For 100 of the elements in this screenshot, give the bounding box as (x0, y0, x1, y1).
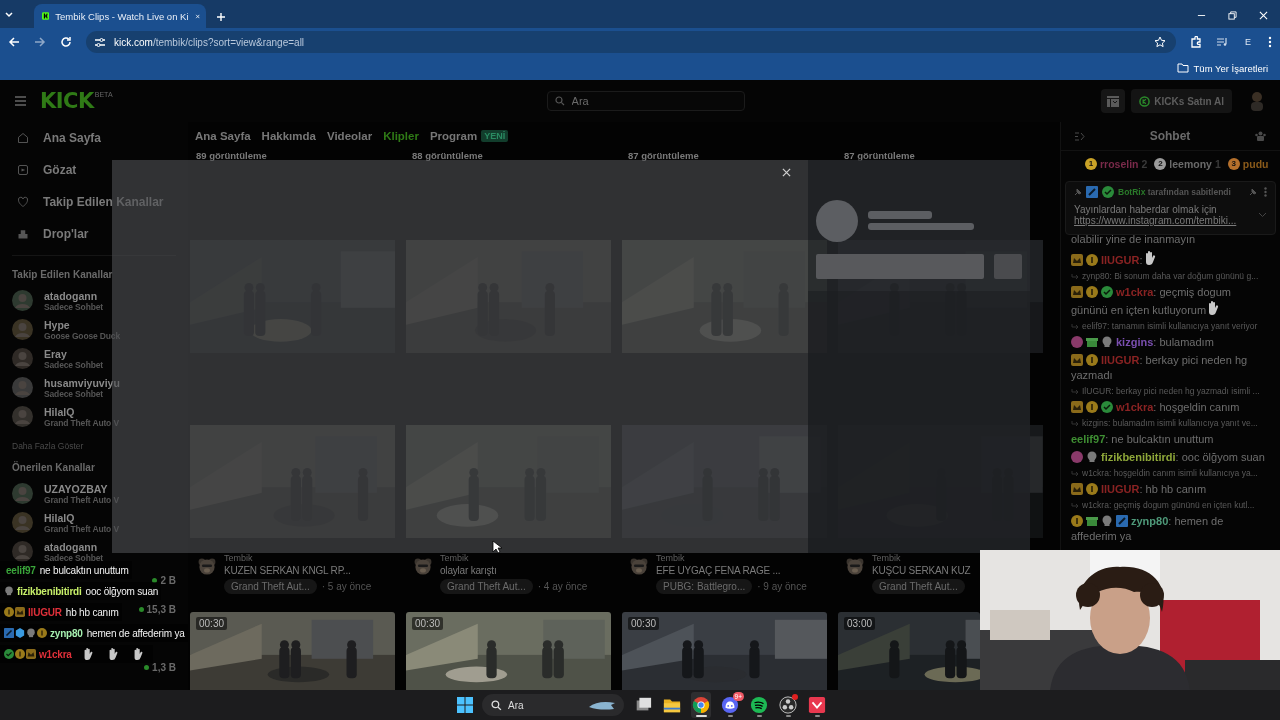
sub-icon (1071, 451, 1083, 463)
reply-context: eelif97: tamamın isimli kullanıcıya yanıt veriyor (1071, 321, 1270, 332)
viewer-count: 1,3 B (144, 662, 176, 673)
profile-button[interactable]: E (1242, 37, 1254, 47)
verified-icon (1101, 286, 1113, 298)
section-title: Takip Edilen Kanallar (11, 268, 114, 282)
channel-name: HilalQ (44, 405, 76, 418)
chat-message: IlUGUR: berkay pici neden hg yazmadı (1071, 353, 1249, 383)
cube-icon (15, 628, 25, 638)
nav-item[interactable]: Drop'lar (0, 218, 188, 250)
reply-context: kizgins: bulamadım isimli kullanıcıya yanıt ve... (1071, 418, 1270, 429)
category-tag[interactable]: PUBG: Battlegro... (656, 579, 753, 594)
media-control-icon[interactable] (1216, 37, 1228, 47)
avatar (12, 290, 33, 311)
buy-kicks-button[interactable]: KICKs Satın Al (1131, 89, 1232, 113)
channel-item[interactable]: husamviyuviyu Sadece Sohbet (0, 373, 188, 402)
clip-title[interactable]: EFE UYGAÇ FENA RAGE ... (656, 565, 807, 576)
channel-tab[interactable]: Ana Sayfa (195, 130, 251, 142)
layout-button[interactable] (1101, 89, 1126, 113)
browser-tab[interactable]: Tembik Clips - Watch Live on Ki (34, 4, 206, 28)
reply-arrow-icon (1071, 420, 1079, 427)
reply-arrow-icon (1071, 273, 1079, 280)
close-icon[interactable] (782, 168, 791, 177)
nav-item[interactable]: Ana Sayfa (0, 122, 188, 154)
channel-name[interactable]: Tembik (872, 553, 971, 563)
channel-item[interactable]: Eray Sadece Sohbet (0, 344, 188, 373)
chat-message: w1ckra: hoşgeldin canım (1071, 400, 1270, 415)
taskbar-app[interactable] (691, 692, 711, 718)
extensions-puzzle-icon[interactable] (1190, 36, 1202, 48)
menu-icon[interactable] (1268, 36, 1272, 48)
chat-title: Sohbet (1149, 129, 1191, 143)
forward-arrow-icon[interactable] (34, 36, 46, 48)
category-tag[interactable]: Grand Theft Aut... (440, 579, 533, 594)
viewer-count: 15,3 B (138, 604, 176, 615)
hand-emote-icon (1206, 300, 1221, 316)
avatar (12, 319, 33, 340)
clip-thumbnail[interactable]: 03:00 (838, 612, 980, 690)
bookmark-star-icon[interactable] (1154, 36, 1166, 48)
taskbar-search-field[interactable]: Ara (482, 694, 624, 716)
clip-title[interactable]: KUZEN SERKAN KNGL RP... (224, 565, 372, 576)
crown-icon (1071, 254, 1083, 266)
clip-thumbnail[interactable]: 00:30 (406, 612, 611, 690)
channel-category: Sadece Sohbet (44, 552, 104, 563)
search-field[interactable]: Ara (546, 91, 745, 111)
leaderboard-entry[interactable]: 3 pudu (1227, 158, 1269, 170)
avatar (12, 483, 33, 504)
crown-icon (1071, 483, 1083, 495)
category-tag[interactable]: Grand Theft Aut... (872, 579, 965, 594)
bear-avatar-icon[interactable] (196, 556, 218, 578)
tab-list-chevron-icon[interactable] (4, 10, 14, 20)
reply-arrow-icon (1071, 470, 1079, 477)
box-icon (17, 228, 29, 240)
kick-favicon-icon (42, 10, 50, 22)
bear-avatar-icon[interactable] (844, 556, 866, 578)
channel-name[interactable]: Tembik (656, 553, 807, 563)
channel-category: Sadece Sohbet (44, 388, 103, 399)
view-count: 88 görüntüleme (411, 150, 484, 162)
clip-title[interactable]: olaylar karıştı (440, 565, 588, 576)
more-options-icon[interactable] (1264, 187, 1267, 197)
chrome-icon (692, 696, 710, 714)
channel-tab[interactable]: Hakkımda (261, 130, 316, 142)
bear-avatar-icon[interactable] (628, 556, 650, 578)
channel-item[interactable]: atadogann Sadece Sohbet (0, 286, 188, 315)
site-settings-icon[interactable] (94, 36, 106, 48)
clip-title[interactable]: KUŞCU SERKAN KUZ (872, 565, 971, 576)
back-arrow-icon[interactable] (8, 36, 20, 48)
unpin-icon[interactable] (1248, 188, 1257, 196)
clip-thumbnail[interactable]: 00:30 (622, 612, 827, 690)
bot-icon (1086, 186, 1098, 198)
reply-context: w1ckra: geçmiş dogum gününü en içten kutl... (1071, 500, 1270, 511)
duration-label: 00:30 (412, 617, 444, 630)
address-bar[interactable]: kick.com/tembik/clips?sort=view&range=all (86, 31, 1176, 53)
bookmarks-folder[interactable]: Tüm Yer İşaretleri (1193, 62, 1268, 74)
channel-name[interactable]: Tembik (224, 553, 372, 563)
channel-tab[interactable]: Program YENİ (429, 130, 509, 142)
kick-logo[interactable]: KICK (40, 89, 94, 113)
live-dot-icon (152, 578, 158, 583)
channel-name: UZAYOZBAY (44, 482, 109, 495)
nav-item[interactable]: Gözat (0, 154, 188, 186)
channel-tab[interactable]: Klipler (383, 130, 419, 142)
taskbar-app[interactable] (778, 692, 798, 718)
verified-icon (4, 649, 14, 659)
tier-icon (1086, 483, 1098, 495)
windows-start-icon[interactable] (457, 697, 473, 713)
reload-icon[interactable] (60, 36, 72, 48)
avatar-skeleton-icon (816, 200, 858, 242)
rank-badge: 3 (1227, 158, 1240, 170)
bear-avatar-icon[interactable] (412, 556, 434, 578)
channel-tab[interactable]: Videolar (326, 130, 373, 142)
new-tab-plus-icon[interactable] (216, 12, 226, 22)
skull-icon (1101, 336, 1113, 348)
url-text: kick.com/tembik/clips?sort=view&range=all (114, 36, 305, 48)
rank-badge: 2 (1154, 158, 1167, 170)
category-tag[interactable]: Grand Theft Aut... (224, 579, 317, 594)
channel-name[interactable]: Tembik (440, 553, 588, 563)
reply-context: zynp80: Bi sonum daha var doğum gününü g... (1071, 271, 1270, 282)
restore-icon[interactable] (1228, 11, 1237, 20)
clip-thumbnail[interactable]: 00:30 (190, 612, 395, 690)
pinned-link[interactable]: https://www.instagram.com/tembiki... (1074, 215, 1267, 226)
crown-icon (1071, 286, 1083, 298)
